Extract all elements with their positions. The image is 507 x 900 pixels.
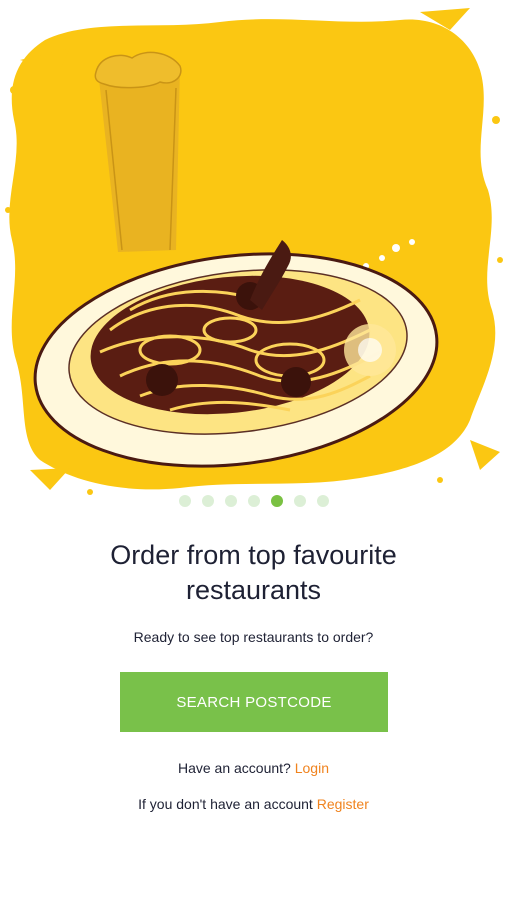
pasta-plate-illustration	[5, 8, 503, 495]
page-title: Order from top favourite restaurants	[110, 540, 397, 605]
login-link[interactable]: Login	[295, 760, 329, 776]
carousel-indicator	[0, 495, 507, 507]
carousel-dot-active[interactable]	[270, 495, 283, 507]
login-prompt: Have an account?	[177, 760, 291, 776]
register-prompt: If you don't have an account	[138, 796, 313, 812]
hero-illustration	[0, 0, 507, 500]
register-link[interactable]: Register	[317, 796, 369, 812]
register-row: If you don't have an account Register	[0, 796, 507, 812]
carousel-dot[interactable]	[224, 495, 237, 507]
carousel-dot[interactable]	[178, 495, 191, 507]
carousel-dot[interactable]	[293, 495, 306, 507]
login-row: Have an account? Login	[0, 760, 507, 776]
subtitle: Ready to see top restaurants to order?	[133, 629, 374, 645]
search-postcode-button[interactable]: SEARCH POSTCODE	[120, 672, 388, 732]
carousel-dot[interactable]	[316, 495, 329, 507]
carousel-dot[interactable]	[201, 495, 214, 507]
carousel-dot[interactable]	[247, 495, 260, 507]
